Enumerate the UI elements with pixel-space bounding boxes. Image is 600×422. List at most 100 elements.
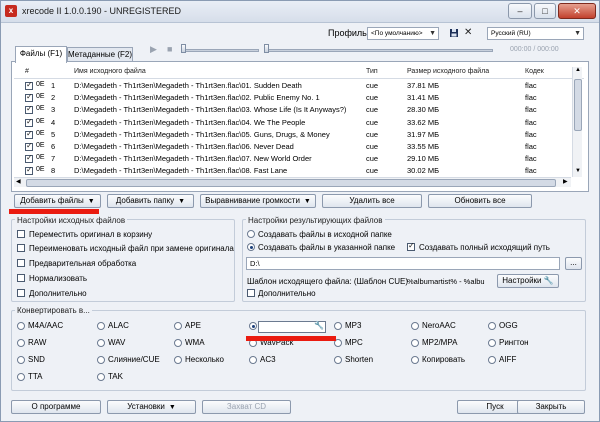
about-button[interactable]: О программе [11,400,101,414]
cd-capture-button[interactable]: Захват CD [202,400,291,414]
stop-icon[interactable]: ■ [167,44,172,54]
source-extra-checkbox[interactable] [17,289,25,297]
format-radio-snd[interactable] [17,356,25,364]
output-extra-checkbox[interactable] [247,289,255,297]
seek-slider-handle[interactable] [181,44,186,53]
program-settings-label: Установки [127,402,165,411]
maximize-button[interactable]: □ [534,3,556,19]
scroll-right-icon[interactable]: ▶ [563,178,568,185]
close-button[interactable]: Закрыть [517,400,585,414]
row-checkbox[interactable] [25,117,33,127]
profile-value: <По умолчанию> [371,30,423,37]
table-row[interactable]: 0Ε 4 D:\Megadeth - Th1rt3en\Megadeth - Th1… [14,117,572,129]
chevron-down-icon: ▼ [168,404,176,411]
format-radio-shorten[interactable] [334,356,342,364]
format-radio-raw[interactable] [17,339,25,347]
table-row[interactable]: 0Ε 8 D:\Megadeth - Th1rt3en\Megadeth - Th1… [14,165,572,177]
row-type: cue [366,117,379,127]
vertical-scroll-thumb[interactable] [574,79,582,131]
scroll-left-icon[interactable]: ◀ [16,178,21,185]
close-window-button[interactable]: ✕ [558,3,596,19]
format-radio-копировать[interactable] [411,356,419,364]
window-title: xrecode II 1.0.0.190 - UNREGISTERED [22,6,182,16]
normalize-volume-button[interactable]: Выравнивание громкости ▼ [200,194,316,208]
format-radio-aiff[interactable] [488,356,496,364]
horizontal-scroll-thumb[interactable] [26,179,556,187]
table-row[interactable]: 0Ε 2 D:\Megadeth - Th1rt3en\Megadeth - Th1… [14,92,572,104]
row-checkbox[interactable] [25,165,33,176]
full-output-path-checkbox[interactable] [407,241,415,251]
table-row[interactable]: 0Ε 5 D:\Megadeth - Th1rt3en\Megadeth - Th1… [14,129,572,141]
save-profile-icon[interactable] [449,28,459,38]
output-folder-field[interactable]: D:\ [246,257,560,270]
minimize-button[interactable]: – [508,3,532,19]
format-radio-wma[interactable] [174,339,182,347]
row-number: 3 [51,105,56,115]
row-checkbox[interactable] [25,153,33,164]
delete-all-button[interactable]: Удалить все [322,194,422,208]
row-checkbox[interactable] [25,129,33,139]
profile-select[interactable]: <По умолчанию> ▼ [367,27,439,40]
add-folder-button[interactable]: Добавить папку ▼ [107,194,194,208]
row-checkbox[interactable] [25,92,33,103]
seek-slider[interactable] [184,49,259,52]
format-radio-wav[interactable] [97,339,105,347]
row-checkbox[interactable] [25,141,33,151]
format-radio-neroaac[interactable] [411,322,419,330]
format-radio-m4a-aac[interactable] [17,322,25,330]
program-settings-button[interactable]: Установки ▼ [107,400,196,414]
rename-source-checkbox[interactable] [17,244,25,252]
format-label-raw: RAW [28,338,47,347]
format-radio-alac[interactable] [97,322,105,330]
row-codec: flac [525,81,537,90]
table-row[interactable]: 0Ε 7 D:\Megadeth - Th1rt3en\Megadeth - Th1… [14,153,572,165]
format-label-копировать: Копировать [422,355,466,364]
column-source-size[interactable]: Размер исходного файла [407,68,489,75]
table-header: # Имя исходного файла Тип Размер исходно… [14,65,584,79]
volume-slider-handle[interactable] [264,44,269,53]
format-radio-ac3[interactable] [249,356,257,364]
row-checkbox[interactable] [25,104,33,115]
column-number[interactable]: # [25,68,29,75]
format-radio-tak[interactable] [97,373,105,381]
format-radio-слияние-cue[interactable] [97,356,105,364]
browse-folder-button[interactable]: ... [565,257,582,270]
format-radio-ogg[interactable] [488,322,496,330]
format-radio-tta[interactable] [17,373,25,381]
column-type[interactable]: Тип [366,68,378,75]
table-horizontal-scrollbar[interactable]: ◀ ▶ [14,177,571,187]
template-field[interactable]: %albumartist% - %albu [407,277,485,286]
row-cue-icon: 0Ε [36,93,45,101]
column-source-name[interactable]: Имя исходного файла [74,68,146,75]
update-all-button[interactable]: Обновить все [428,194,532,208]
tab-files[interactable]: Файлы (F1) [15,46,67,63]
language-select[interactable]: Русский (RU) ▼ [487,27,584,40]
flac-settings-wrench-icon[interactable]: 🔧 [314,321,324,330]
template-settings-button[interactable]: Настройки 🔧 [497,274,559,288]
column-codec[interactable]: Кодек [525,68,544,75]
play-icon[interactable]: ▶ [150,44,157,55]
row-checkbox[interactable] [25,80,33,90]
add-files-button[interactable]: Добавить файлы ▼ [14,194,101,208]
format-radio-mp3[interactable] [334,322,342,330]
volume-slider[interactable] [268,49,493,52]
format-radio-рингтон[interactable] [488,339,496,347]
create-in-source-folder-radio[interactable] [247,230,255,238]
table-row[interactable]: 0Ε 1 D:\Megadeth - Th1rt3en\Megadeth - Th1… [14,80,572,92]
table-row[interactable]: 0Ε 6 D:\Megadeth - Th1rt3en\Megadeth - Th1… [14,141,572,153]
normalize-checkbox[interactable] [17,274,25,282]
format-radio-ape[interactable] [174,322,182,330]
scroll-down-icon[interactable]: ▼ [575,168,581,174]
format-radio-несколько[interactable] [174,356,182,364]
table-row[interactable]: 0Ε 3 D:\Megadeth - Th1rt3en\Megadeth - Th1… [14,104,572,116]
format-radio-flac[interactable] [249,322,257,330]
create-in-custom-folder-radio[interactable] [247,243,255,251]
table-vertical-scrollbar[interactable]: ▲ ▼ [572,67,582,177]
delete-profile-icon[interactable]: ✕ [464,27,472,38]
preprocess-checkbox[interactable] [17,259,25,267]
format-radio-mp2-mpa[interactable] [411,339,419,347]
move-to-trash-checkbox[interactable] [17,230,25,238]
row-cue-icon: 0Ε [36,117,45,125]
scroll-up-icon[interactable]: ▲ [575,67,581,73]
format-label-wma: WMA [185,338,205,347]
